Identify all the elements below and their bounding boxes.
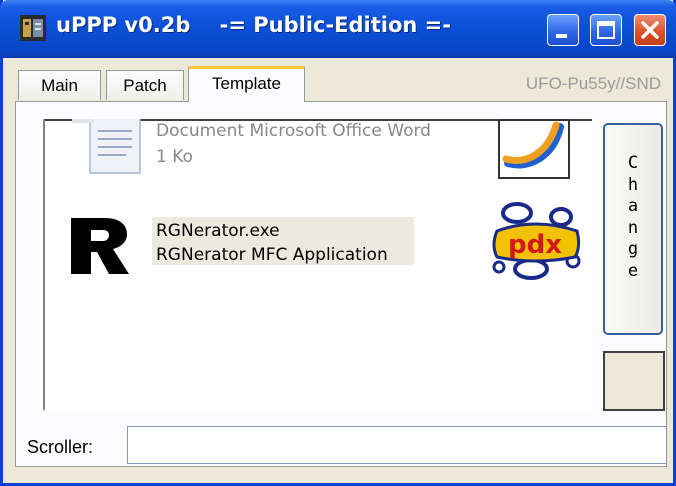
tab-main[interactable]: Main [18,70,101,100]
pdx-logo-text: pdx [508,230,562,260]
list-item-name: Document Microsoft Office Word [156,121,431,141]
list-item-detail: 1 Ko [156,147,193,167]
list-item-name: RGNerator.exe [156,221,280,241]
template-panel: Document Microsoft Office Word 1 Ko RGNe… [15,101,667,467]
change-button[interactable]: C h a n g e [603,123,663,335]
word-document-icon [66,119,144,175]
close-button[interactable] [634,14,666,46]
minimize-button[interactable] [547,14,579,46]
scroller-label: Scroller: [27,437,94,457]
pdx-logo-icon: pdx [487,197,583,289]
maximize-button[interactable] [590,14,622,46]
tab-patch[interactable]: Patch [106,70,184,100]
app-icon[interactable] [20,15,46,41]
minimize-icon [556,34,567,38]
list-item-selected[interactable]: RGNerator.exe RGNerator MFC Application [152,217,414,265]
window-title: uPPP v0.2b -= Public-Edition =- [56,13,451,37]
change-button-label: C h a n g e [627,153,639,281]
app-window: uPPP v0.2b -= Public-Edition =- Main Pat… [0,0,676,486]
title-bar[interactable]: uPPP v0.2b -= Public-Edition =- [0,0,676,58]
maximize-icon [597,21,615,39]
edition-label: -= Public-Edition =- [219,13,451,37]
r-letter-icon [69,214,131,276]
tab-template[interactable]: Template [188,66,305,102]
template-preview-list[interactable]: Document Microsoft Office Word 1 Ko RGNe… [43,119,592,411]
list-item-detail: RGNerator MFC Application [156,245,388,265]
swirl-logo-icon [498,119,570,181]
tab-strip: Main Patch Template UFO-Pu55y//SND [3,58,673,102]
credit-label: UFO-Pu55y//SND [525,74,661,93]
scroller-input[interactable] [127,426,667,464]
close-icon [641,21,659,39]
preview-box [603,351,665,411]
app-name: uPPP v0.2b [56,13,191,37]
